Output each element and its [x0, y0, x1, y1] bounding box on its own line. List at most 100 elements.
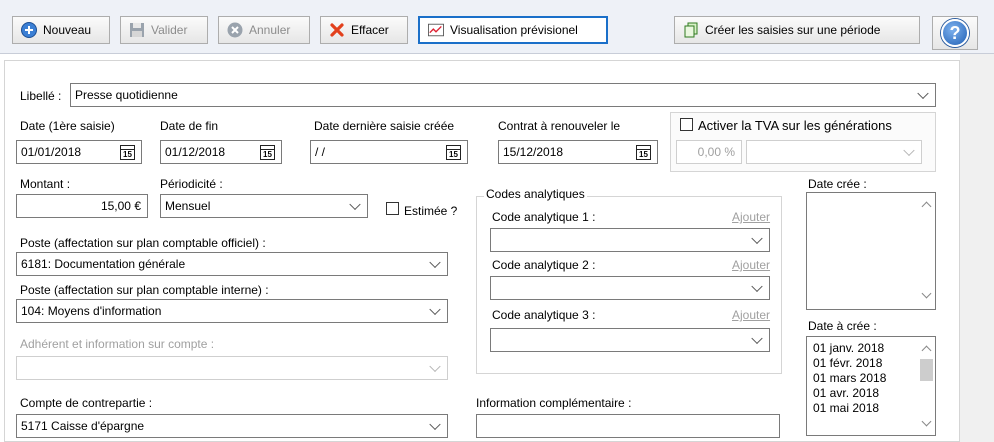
contrepartie-label: Compte de contrepartie : — [20, 396, 153, 410]
scroll-thumb[interactable] — [920, 359, 933, 381]
estimee-label: Estimée ? — [404, 204, 458, 218]
add-icon — [21, 22, 37, 38]
chevron-down-icon — [917, 87, 929, 100]
help-icon: ? — [941, 19, 969, 47]
tva-label: Activer la TVA sur les générations — [698, 118, 892, 133]
libelle-select[interactable]: Presse quotidienne — [70, 83, 936, 107]
codes-analytiques-title: Codes analytiques — [484, 187, 587, 201]
effacer-button[interactable]: Effacer — [320, 16, 408, 44]
calendar-icon[interactable]: 15 — [636, 145, 651, 160]
chevron-down-icon — [751, 280, 763, 293]
tva-checkbox[interactable] — [680, 118, 693, 131]
code1-ajouter-link[interactable]: Ajouter — [732, 210, 770, 224]
help-button[interactable]: ? — [932, 16, 978, 50]
libelle-label: Libellé : — [20, 89, 62, 103]
toolbar: Nouveau Valider Annuler Effacer Visualis… — [0, 0, 994, 54]
info-comp-label: Information complémentaire : — [476, 396, 632, 410]
chevron-down-icon — [751, 232, 763, 245]
save-icon — [129, 22, 145, 38]
scroll-down-icon[interactable] — [921, 288, 932, 299]
valider-button[interactable]: Valider — [120, 16, 208, 44]
code1-label: Code analytique 1 : — [492, 210, 596, 224]
delete-icon — [329, 22, 345, 38]
date-premiere-label: Date (1ère saisie) — [20, 119, 115, 133]
chevron-down-icon — [429, 360, 441, 373]
date-a-cree-label: Date à crée : — [808, 319, 877, 333]
list-item[interactable]: 01 mai 2018 — [807, 401, 935, 416]
date-derniere-field[interactable]: / / 15 — [310, 140, 468, 164]
code3-select[interactable] — [490, 328, 770, 352]
date-cree-label: Date crée : — [808, 177, 867, 191]
contrepartie-select[interactable]: 5171 Caisse d'épargne — [16, 414, 448, 438]
copy-icon — [683, 22, 699, 38]
date-a-cree-scrollbar[interactable] — [918, 337, 935, 435]
valider-label: Valider — [151, 23, 188, 37]
periodicite-label: Périodicité : — [160, 177, 223, 191]
effacer-label: Effacer — [351, 23, 389, 37]
libelle-value: Presse quotidienne — [75, 88, 178, 102]
date-fin-field[interactable]: 01/12/2018 15 — [160, 140, 282, 164]
date-derniere-label: Date dernière saisie créée — [314, 119, 455, 133]
cancel-icon — [227, 22, 243, 38]
adherent-label: Adhérent et information sur compte : — [20, 337, 215, 351]
date-cree-list[interactable] — [806, 192, 936, 310]
date-premiere-value: 01/01/2018 — [21, 145, 82, 159]
contrat-field[interactable]: 15/12/2018 15 — [498, 140, 658, 164]
scroll-up-icon[interactable] — [921, 201, 932, 212]
poste-interne-label: Poste (affectation sur plan comptable in… — [20, 283, 269, 297]
date-a-cree-list[interactable]: 01 janv. 2018 01 févr. 2018 01 mars 2018… — [806, 336, 936, 436]
periodicite-value: Mensuel — [165, 199, 211, 213]
calendar-icon[interactable]: 15 — [260, 145, 275, 160]
code2-ajouter-link[interactable]: Ajouter — [732, 258, 770, 272]
estimee-checkbox[interactable] — [386, 202, 399, 215]
list-item[interactable]: 01 févr. 2018 — [807, 356, 935, 371]
nouveau-button[interactable]: Nouveau — [12, 16, 110, 44]
montant-field[interactable]: 15,00 € — [16, 194, 148, 218]
info-comp-field[interactable] — [476, 414, 780, 438]
visualisation-label: Visualisation prévisionel — [450, 23, 578, 37]
tva-rate-value: 0,00 % — [697, 145, 735, 159]
annuler-button[interactable]: Annuler — [218, 16, 310, 44]
code2-select[interactable] — [490, 276, 770, 300]
calendar-icon[interactable]: 15 — [446, 145, 461, 160]
visualisation-button[interactable]: Visualisation prévisionel — [418, 16, 608, 44]
scroll-up-icon[interactable] — [921, 345, 932, 356]
right-panel-edge — [960, 54, 994, 442]
chevron-down-icon — [429, 418, 441, 431]
chart-icon — [428, 22, 444, 38]
date-derniere-value: / / — [315, 145, 326, 159]
creer-saisies-label: Créer les saisies sur une période — [705, 23, 881, 37]
contrat-label: Contrat à renouveler le — [498, 119, 621, 133]
poste-officiel-label: Poste (affectation sur plan comptable of… — [20, 236, 266, 250]
chevron-down-icon — [429, 303, 441, 316]
code3-ajouter-link[interactable]: Ajouter — [732, 308, 770, 322]
tva-rate-field[interactable]: 0,00 % — [676, 140, 742, 164]
nouveau-label: Nouveau — [43, 23, 92, 37]
poste-interne-select[interactable]: 104: Moyens d'information — [16, 299, 448, 323]
date-cree-scrollbar[interactable] — [918, 193, 935, 309]
periodicite-select[interactable]: Mensuel — [160, 194, 368, 218]
calendar-icon[interactable]: 15 — [120, 145, 135, 160]
date-fin-label: Date de fin — [160, 119, 219, 133]
code2-label: Code analytique 2 : — [492, 258, 596, 272]
list-item[interactable]: 01 mars 2018 — [807, 371, 935, 386]
date-premiere-field[interactable]: 01/01/2018 15 — [16, 140, 142, 164]
poste-interne-value: 104: Moyens d'information — [21, 304, 162, 318]
poste-officiel-select[interactable]: 6181: Documentation générale — [16, 252, 448, 276]
annuler-label: Annuler — [249, 23, 291, 37]
chevron-down-icon — [903, 144, 915, 157]
chevron-down-icon — [751, 332, 763, 345]
chevron-down-icon — [429, 256, 441, 269]
montant-value: 15,00 € — [100, 199, 141, 213]
scroll-down-icon[interactable] — [921, 416, 932, 427]
poste-officiel-value: 6181: Documentation générale — [21, 257, 186, 271]
list-item[interactable]: 01 avr. 2018 — [807, 386, 935, 401]
contrepartie-value: 5171 Caisse d'épargne — [21, 419, 145, 433]
tva-code-select[interactable] — [746, 140, 922, 164]
date-fin-value: 01/12/2018 — [165, 145, 226, 159]
list-item[interactable]: 01 janv. 2018 — [807, 341, 935, 356]
contrat-value: 15/12/2018 — [503, 145, 564, 159]
adherent-select[interactable] — [16, 356, 448, 380]
code1-select[interactable] — [490, 228, 770, 252]
creer-saisies-button[interactable]: Créer les saisies sur une période — [674, 16, 920, 44]
